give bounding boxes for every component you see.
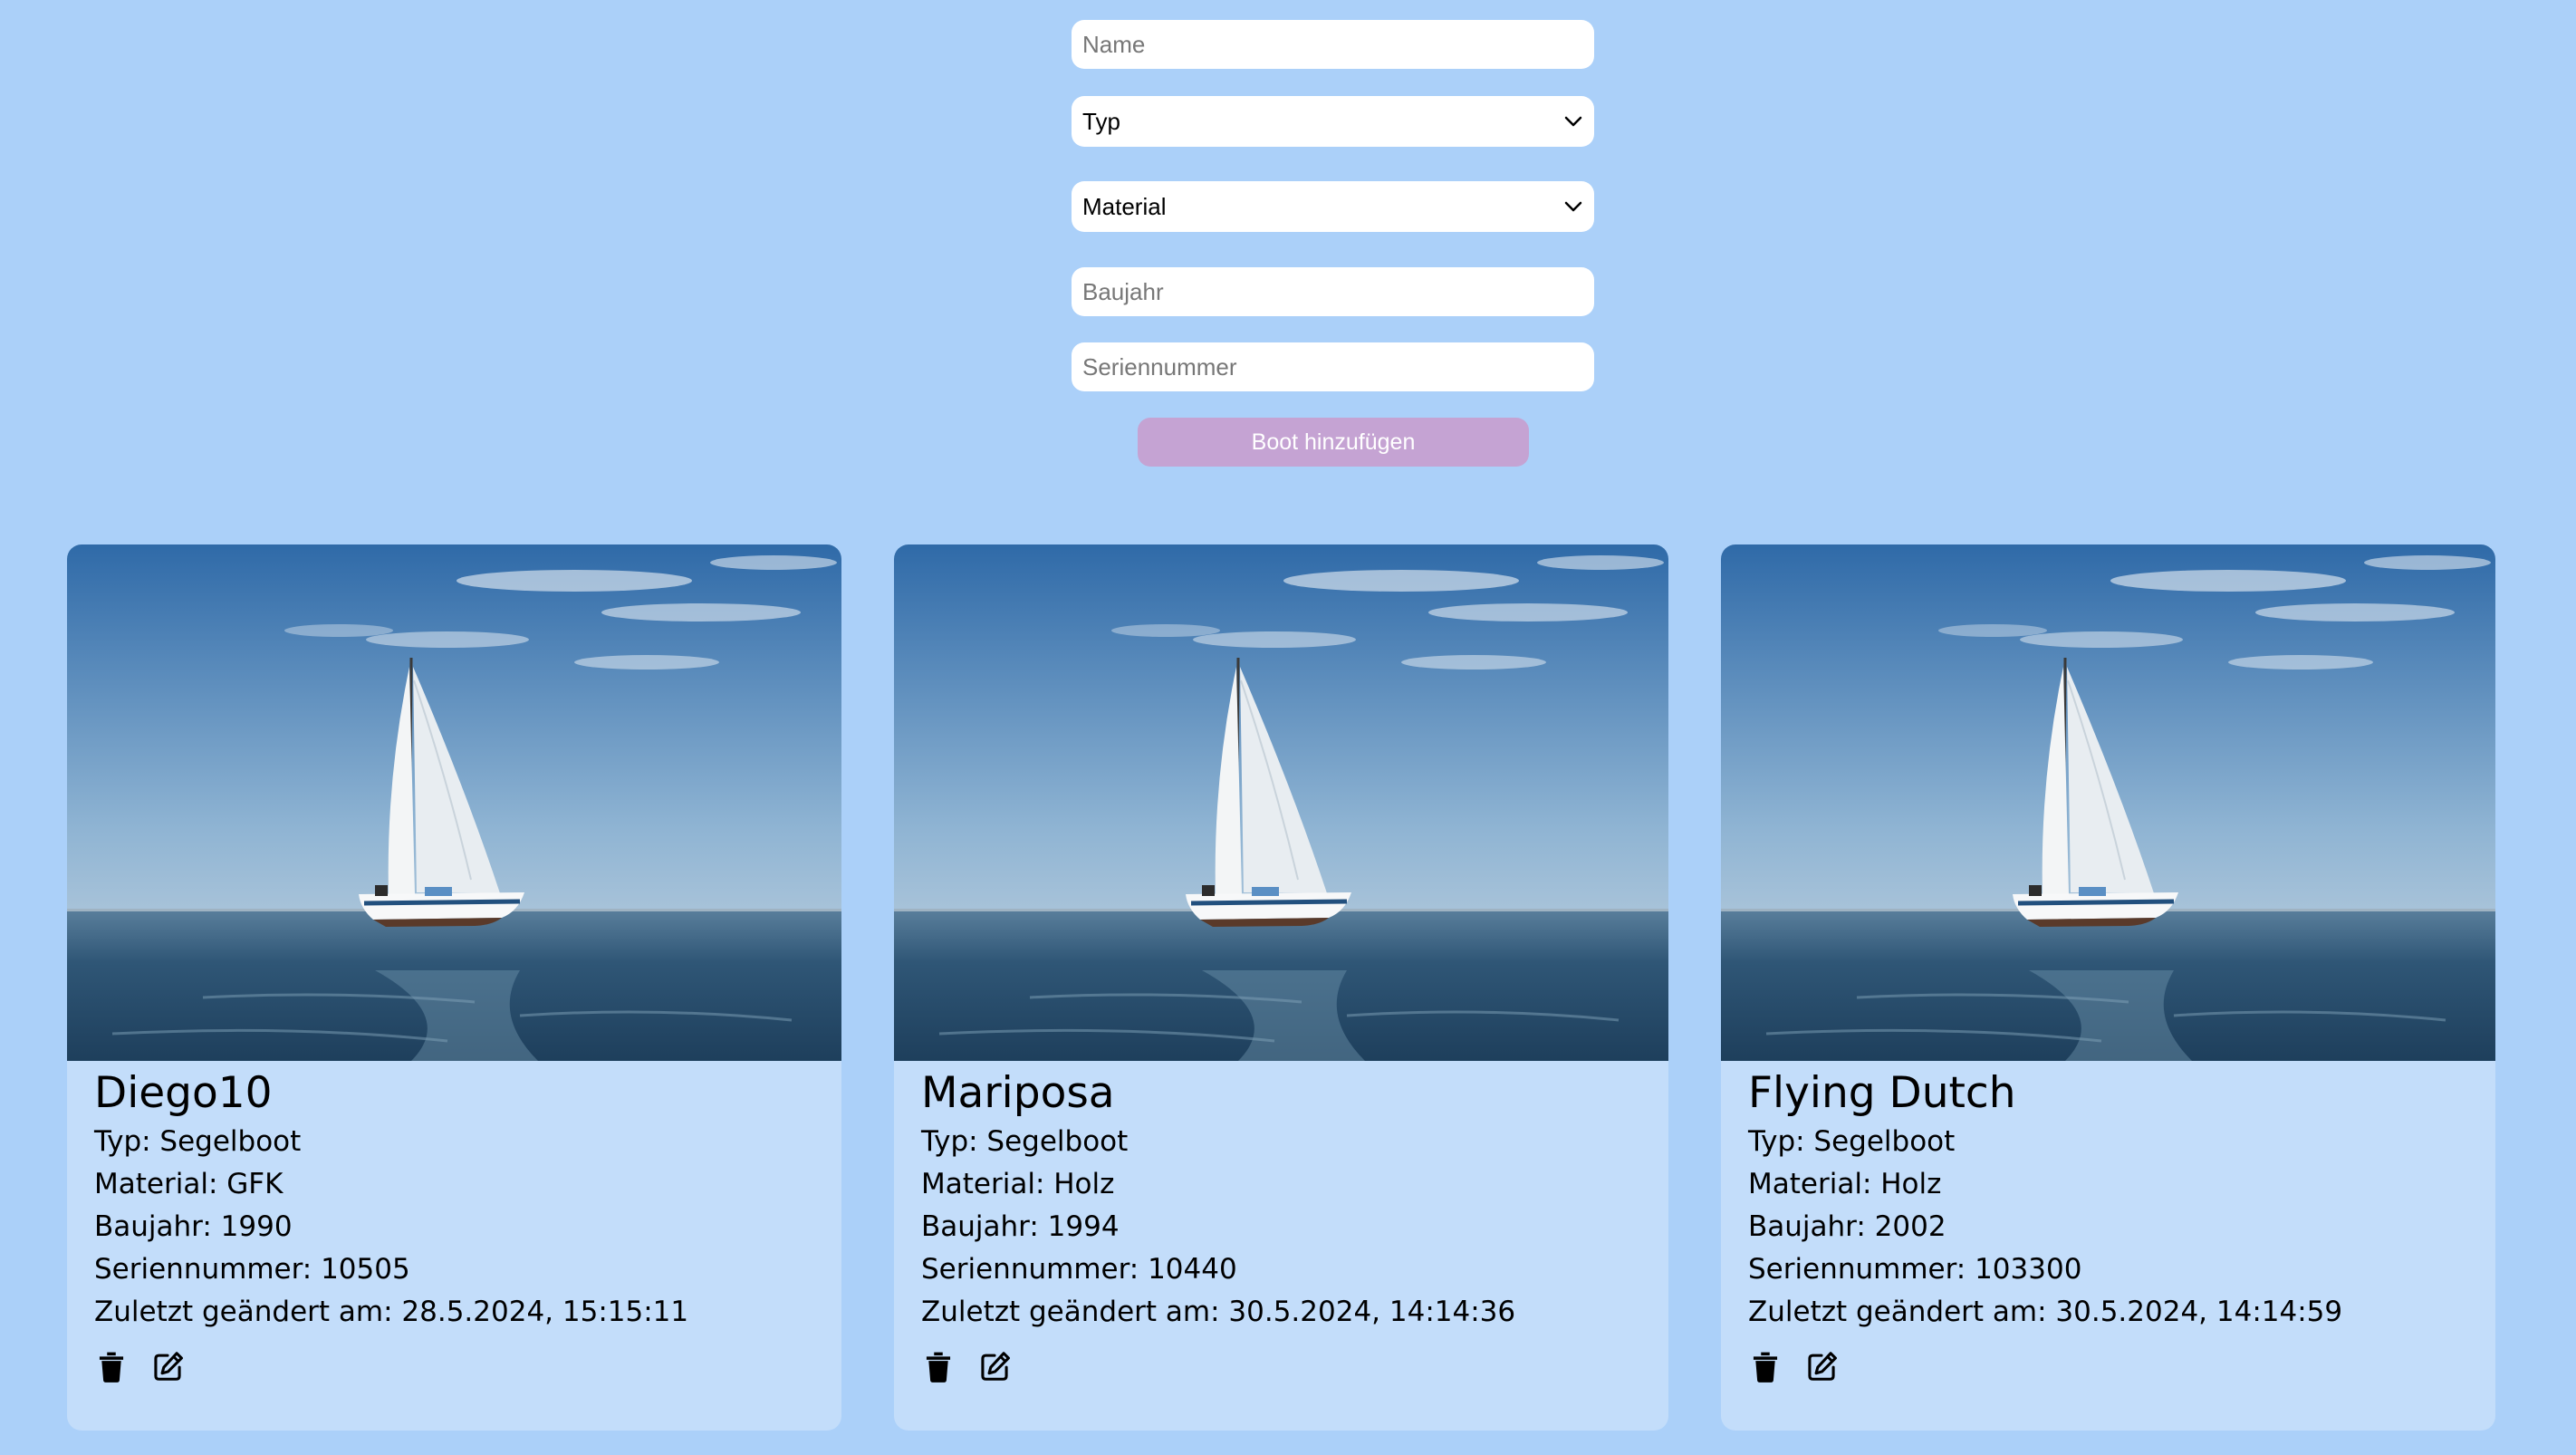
boat-serial-number: Seriennummer: 10440: [921, 1253, 1237, 1286]
boat-photo: [894, 544, 1668, 1061]
boat-last-modified: Zuletzt geändert am: 30.5.2024, 14:14:36: [921, 1296, 1516, 1328]
material-select-value: Material: [1082, 192, 1167, 220]
boat-serial-number: Seriennummer: 10505: [94, 1253, 410, 1286]
boat-name: Flying Dutch: [1748, 1068, 2016, 1118]
boat-year: Baujahr: 1994: [921, 1210, 1120, 1243]
boat-serial-number: Seriennummer: 103300: [1748, 1253, 2082, 1286]
year-input[interactable]: [1072, 267, 1594, 316]
boat-photo: [1721, 544, 2495, 1061]
boat-year: Baujahr: 1990: [94, 1210, 293, 1243]
boat-type: Typ: Segelboot: [94, 1125, 302, 1158]
boat-material: Material: GFK: [94, 1168, 284, 1200]
trash-icon[interactable]: [1748, 1349, 1783, 1383]
name-input[interactable]: [1072, 20, 1594, 69]
boat-type: Typ: Segelboot: [1748, 1125, 1956, 1158]
boat-year: Baujahr: 2002: [1748, 1210, 1946, 1243]
add-boat-button[interactable]: Boot hinzufügen: [1138, 418, 1529, 467]
boat-photo: [67, 544, 841, 1061]
edit-icon[interactable]: [1804, 1349, 1839, 1383]
trash-icon[interactable]: [94, 1349, 129, 1383]
boat-name: Diego10: [94, 1068, 273, 1118]
material-select[interactable]: Material: [1072, 181, 1594, 232]
type-select-value: Typ: [1082, 107, 1120, 135]
boat-name: Mariposa: [921, 1068, 1115, 1118]
type-select[interactable]: Typ: [1072, 96, 1594, 147]
boat-material: Material: Holz: [1748, 1168, 1942, 1200]
boat-material: Material: Holz: [921, 1168, 1115, 1200]
boat-type: Typ: Segelboot: [921, 1125, 1129, 1158]
edit-icon[interactable]: [977, 1349, 1012, 1383]
chevron-down-icon: [1564, 116, 1582, 127]
boat-card: Diego10 Typ: Segelboot Material: GFK Bau…: [67, 544, 841, 1431]
boat-card: Mariposa Typ: Segelboot Material: Holz B…: [894, 544, 1668, 1431]
trash-icon[interactable]: [921, 1349, 956, 1383]
chevron-down-icon: [1564, 201, 1582, 212]
boat-last-modified: Zuletzt geändert am: 30.5.2024, 14:14:59: [1748, 1296, 2343, 1328]
boat-card: Flying Dutch Typ: Segelboot Material: Ho…: [1721, 544, 2495, 1431]
edit-icon[interactable]: [150, 1349, 185, 1383]
boat-last-modified: Zuletzt geändert am: 28.5.2024, 15:15:11: [94, 1296, 689, 1328]
serial-number-input[interactable]: [1072, 342, 1594, 391]
